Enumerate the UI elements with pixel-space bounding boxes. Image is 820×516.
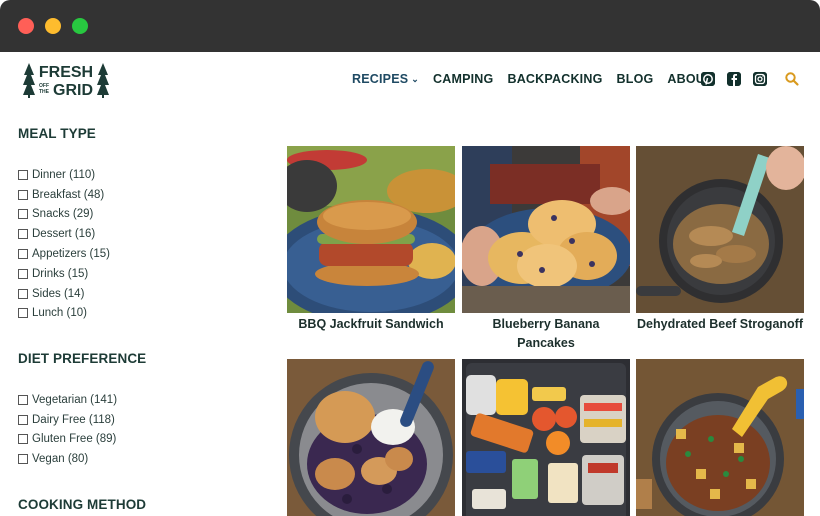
close-window-button[interactable]	[18, 18, 34, 34]
filter-drinks[interactable]: Drinks (15)	[18, 264, 110, 284]
search-icon[interactable]	[784, 71, 800, 87]
nav-blog[interactable]: BLOG	[617, 72, 654, 86]
filter-label: Dessert (16)	[32, 228, 96, 241]
filter-snacks[interactable]: Snacks (29)	[18, 205, 110, 225]
filter-vegetarian[interactable]: Vegetarian (141)	[18, 390, 117, 410]
filter-label: Gluten Free (89)	[32, 433, 117, 446]
maximize-window-button[interactable]	[72, 18, 88, 34]
nav-blog-label: BLOG	[616, 72, 654, 86]
filter-dinner[interactable]: Dinner (110)	[18, 165, 110, 185]
diet-preference-heading: DIET PREFERENCE	[18, 351, 147, 366]
meal-type-filter-list: Dinner (110) Breakfast (48) Snacks (29) …	[18, 165, 110, 323]
instagram-icon[interactable]	[753, 72, 767, 86]
recipe-photo[interactable]	[287, 359, 455, 516]
recipe-photo[interactable]	[462, 146, 630, 313]
recipe-card[interactable]	[462, 359, 630, 516]
minimize-window-button[interactable]	[45, 18, 61, 34]
checkbox[interactable]	[18, 454, 28, 465]
nav-recipes-label: RECIPES	[352, 72, 409, 86]
recipe-photo[interactable]	[636, 146, 804, 313]
main-nav: RECIPES ⌄ CAMPING BACKPACKING BLOG ABOUT	[352, 72, 727, 86]
filter-lunch[interactable]: Lunch (10)	[18, 304, 110, 324]
site-header: FRESH OFF THE GRID RECIPES ⌄ CAMPING BAC…	[0, 52, 820, 110]
filter-label: Dinner (110)	[32, 168, 96, 181]
filter-label: Vegan (80)	[32, 453, 89, 466]
filter-breakfast[interactable]: Breakfast (48)	[18, 185, 110, 205]
recipe-card[interactable]: Dehydrated Beef Stroganoff	[636, 146, 804, 334]
filter-label: Sides (14)	[32, 287, 85, 300]
recipe-title[interactable]: Blueberry Banana Pancakes	[462, 315, 630, 353]
filter-gluten-free[interactable]: Gluten Free (89)	[18, 430, 117, 450]
filter-label: Lunch (10)	[32, 307, 87, 320]
checkbox[interactable]	[18, 394, 28, 405]
recipe-card[interactable]: Blueberry Banana Pancakes	[462, 146, 630, 353]
checkbox[interactable]	[18, 414, 28, 425]
recipe-photo[interactable]	[462, 359, 630, 516]
checkbox[interactable]	[18, 308, 28, 319]
recipe-photo[interactable]	[287, 146, 455, 313]
recipe-photo[interactable]	[636, 359, 804, 516]
cooking-method-heading: COOKING METHOD	[18, 497, 147, 512]
filter-label: Breakfast (48)	[32, 188, 105, 201]
checkbox[interactable]	[18, 169, 28, 180]
filter-appetizers[interactable]: Appetizers (15)	[18, 244, 110, 264]
svg-text:FRESH: FRESH	[39, 64, 93, 81]
checkbox[interactable]	[18, 268, 28, 279]
checkbox[interactable]	[18, 434, 28, 445]
svg-text:THE: THE	[39, 89, 50, 95]
nav-camping-label: CAMPING	[433, 72, 494, 86]
checkbox[interactable]	[18, 209, 28, 220]
chevron-down-icon: ⌄	[411, 73, 420, 84]
recipe-card[interactable]	[287, 359, 455, 516]
recipe-title[interactable]: BBQ Jackfruit Sandwich	[287, 315, 455, 334]
nav-camping[interactable]: CAMPING	[433, 72, 493, 86]
filter-label: Appetizers (15)	[32, 248, 110, 261]
pinterest-icon[interactable]	[701, 72, 715, 86]
filter-dairy-free[interactable]: Dairy Free (118)	[18, 410, 117, 430]
filter-label: Vegetarian (141)	[32, 393, 118, 406]
recipe-card[interactable]	[636, 359, 804, 516]
diet-preference-filter-list: Vegetarian (141) Dairy Free (118) Gluten…	[18, 390, 117, 469]
facebook-icon[interactable]	[727, 72, 741, 86]
nav-backpacking-label: BACKPACKING	[507, 72, 603, 86]
filter-vegan[interactable]: Vegan (80)	[18, 449, 117, 469]
checkbox[interactable]	[18, 288, 28, 299]
checkbox[interactable]	[18, 189, 28, 200]
nav-backpacking[interactable]: BACKPACKING	[507, 72, 602, 86]
checkbox[interactable]	[18, 249, 28, 260]
site-logo[interactable]: FRESH OFF THE GRID	[22, 61, 112, 99]
recipe-card[interactable]: BBQ Jackfruit Sandwich	[287, 146, 455, 334]
svg-text:GRID: GRID	[53, 82, 93, 99]
filter-sides[interactable]: Sides (14)	[18, 284, 110, 304]
meal-type-heading: MEAL TYPE	[18, 126, 96, 141]
window-titlebar	[0, 0, 820, 52]
nav-recipes[interactable]: RECIPES ⌄	[352, 72, 419, 86]
filter-label: Dairy Free (118)	[32, 413, 115, 426]
filter-dessert[interactable]: Dessert (16)	[18, 224, 110, 244]
filter-label: Snacks (29)	[32, 208, 94, 221]
checkbox[interactable]	[18, 229, 28, 240]
recipe-title[interactable]: Dehydrated Beef Stroganoff	[636, 315, 804, 334]
filter-label: Drinks (15)	[32, 267, 89, 280]
